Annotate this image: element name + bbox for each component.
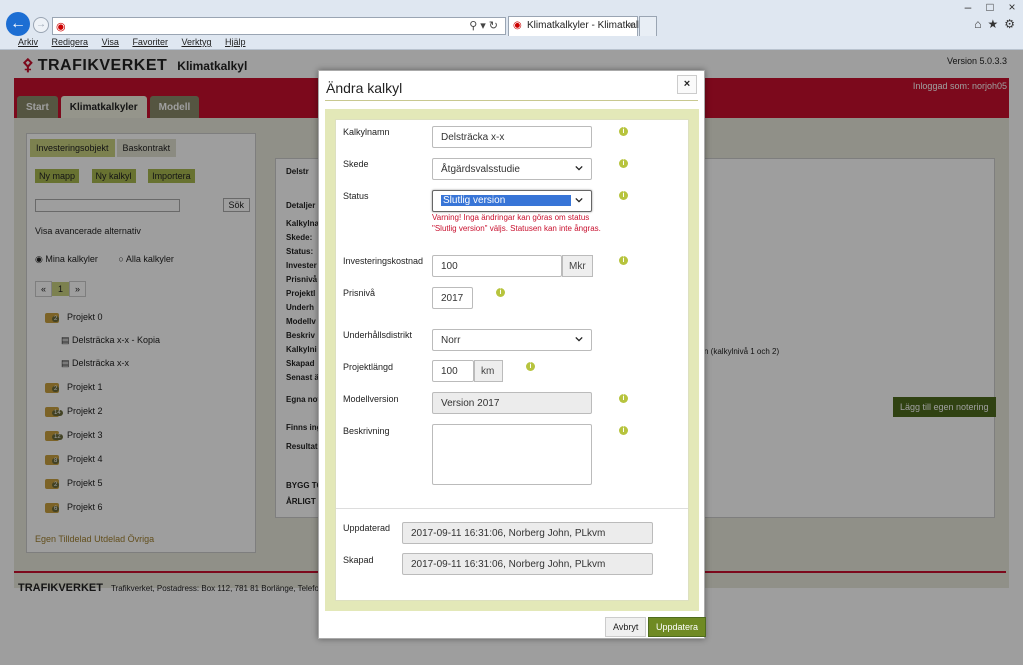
forward-arrow-icon[interactable]: → <box>33 17 49 33</box>
site-favicon-icon: ◉ <box>56 21 66 33</box>
uppdaterad-value: 2017-09-11 16:31:06, Norberg John, PLkvm <box>402 522 653 544</box>
menu-hjalp[interactable]: Hjälp <box>225 37 246 47</box>
invest-input[interactable]: 100 <box>432 255 562 277</box>
beskr-textarea[interactable] <box>432 424 592 485</box>
modell-input: Version 2017 <box>432 392 592 414</box>
browser-icons: ⌂ ★ ⚙ <box>968 17 1015 31</box>
distrikt-select[interactable]: Norr <box>432 329 592 351</box>
invest-unit: Mkr <box>562 255 593 277</box>
minimize-icon[interactable]: – <box>957 0 979 14</box>
modell-label: Modellversion <box>343 394 399 404</box>
menu-verktyg[interactable]: Verktyg <box>181 37 211 47</box>
distrikt-label: Underhållsdistrikt <box>343 330 413 340</box>
info-icon[interactable]: i <box>619 256 628 265</box>
langd-input[interactable]: 100 <box>432 360 474 382</box>
info-icon[interactable]: i <box>619 394 628 403</box>
tab-favicon-icon: ◉ <box>513 20 522 31</box>
update-button[interactable]: Uppdatera <box>648 617 707 637</box>
cancel-button[interactable]: Avbryt <box>605 617 647 637</box>
status-select[interactable]: Slutlig version <box>432 190 592 212</box>
skede-select[interactable]: Åtgärdsvalsstudie <box>432 158 592 180</box>
back-arrow-icon[interactable]: ← <box>6 12 30 36</box>
window-close-icon[interactable]: × <box>1001 0 1023 14</box>
info-icon[interactable]: i <box>526 362 535 371</box>
home-icon[interactable]: ⌂ <box>974 17 981 31</box>
form-frame: Kalkylnamn Delsträcka x-x i Skede Åtgärd… <box>325 109 699 611</box>
status-warning: Varning! Inga ändringar kan göras om sta… <box>432 213 601 233</box>
status-label: Status <box>343 191 369 201</box>
skapad-label: Skapad <box>343 555 374 565</box>
info-icon[interactable]: i <box>619 191 628 200</box>
beskr-label: Beskrivning <box>343 426 390 436</box>
chevron-down-icon <box>575 197 583 203</box>
menu-visa[interactable]: Visa <box>102 37 119 47</box>
dialog-body: Kalkylnamn Delsträcka x-x i Skede Åtgärd… <box>325 109 699 639</box>
info-icon[interactable]: i <box>619 159 628 168</box>
invest-label: Investeringskostnad <box>343 256 424 266</box>
uppdaterad-label: Uppdaterad <box>343 523 391 533</box>
menu-favoriter[interactable]: Favoriter <box>132 37 168 47</box>
kalkylnamn-label: Kalkylnamn <box>343 127 390 137</box>
close-icon[interactable]: × <box>677 75 697 94</box>
skapad-value: 2017-09-11 16:31:06, Norberg John, PLkvm <box>402 553 653 575</box>
chevron-down-icon <box>575 336 583 342</box>
maximize-icon[interactable]: □ <box>979 0 1001 14</box>
info-icon[interactable]: i <box>619 426 628 435</box>
title-divider <box>325 100 698 101</box>
browser-tab[interactable]: ◉ Klimatkalkyler - Klimatkalkyl × <box>508 16 650 36</box>
address-tools-icon[interactable]: ⚲▾↻ <box>469 19 501 32</box>
dialog-title: Ändra kalkyl <box>326 80 403 96</box>
tab-close-icon[interactable]: × <box>628 20 634 31</box>
langd-label: Projektlängd <box>343 362 394 372</box>
kalkylnamn-input[interactable]: Delsträcka x-x <box>432 126 592 148</box>
prisniva-input[interactable]: 2017 <box>432 287 473 309</box>
status-value: Slutlig version <box>441 195 571 206</box>
form-divider <box>336 508 688 509</box>
new-tab-button[interactable] <box>639 16 657 36</box>
star-icon[interactable]: ★ <box>987 17 998 31</box>
langd-unit: km <box>474 360 503 382</box>
menu-redigera[interactable]: Redigera <box>52 37 89 47</box>
address-bar[interactable]: ◉ ⚲▾↻ <box>52 17 506 35</box>
menu-arkiv[interactable]: Arkiv <box>18 37 38 47</box>
info-icon[interactable]: i <box>496 288 505 297</box>
chevron-down-icon <box>575 165 583 171</box>
form: Kalkylnamn Delsträcka x-x i Skede Åtgärd… <box>335 119 689 601</box>
skede-label: Skede <box>343 159 369 169</box>
skede-value: Åtgärdsvalsstudie <box>441 164 520 175</box>
window-controls: – □ × <box>957 0 1023 14</box>
info-icon[interactable]: i <box>619 127 628 136</box>
prisniva-label: Prisnivå <box>343 288 376 298</box>
edit-calc-dialog: Ändra kalkyl × Kalkylnamn Delsträcka x-x… <box>318 70 707 639</box>
menu-bar: Arkiv Redigera Visa Favoriter Verktyg Hj… <box>0 37 1023 50</box>
gear-icon[interactable]: ⚙ <box>1004 17 1015 31</box>
browser-chrome: ← → ◉ ⚲▾↻ ◉ Klimatkalkyler - Klimatkalky… <box>0 0 1023 50</box>
distrikt-value: Norr <box>441 335 461 346</box>
